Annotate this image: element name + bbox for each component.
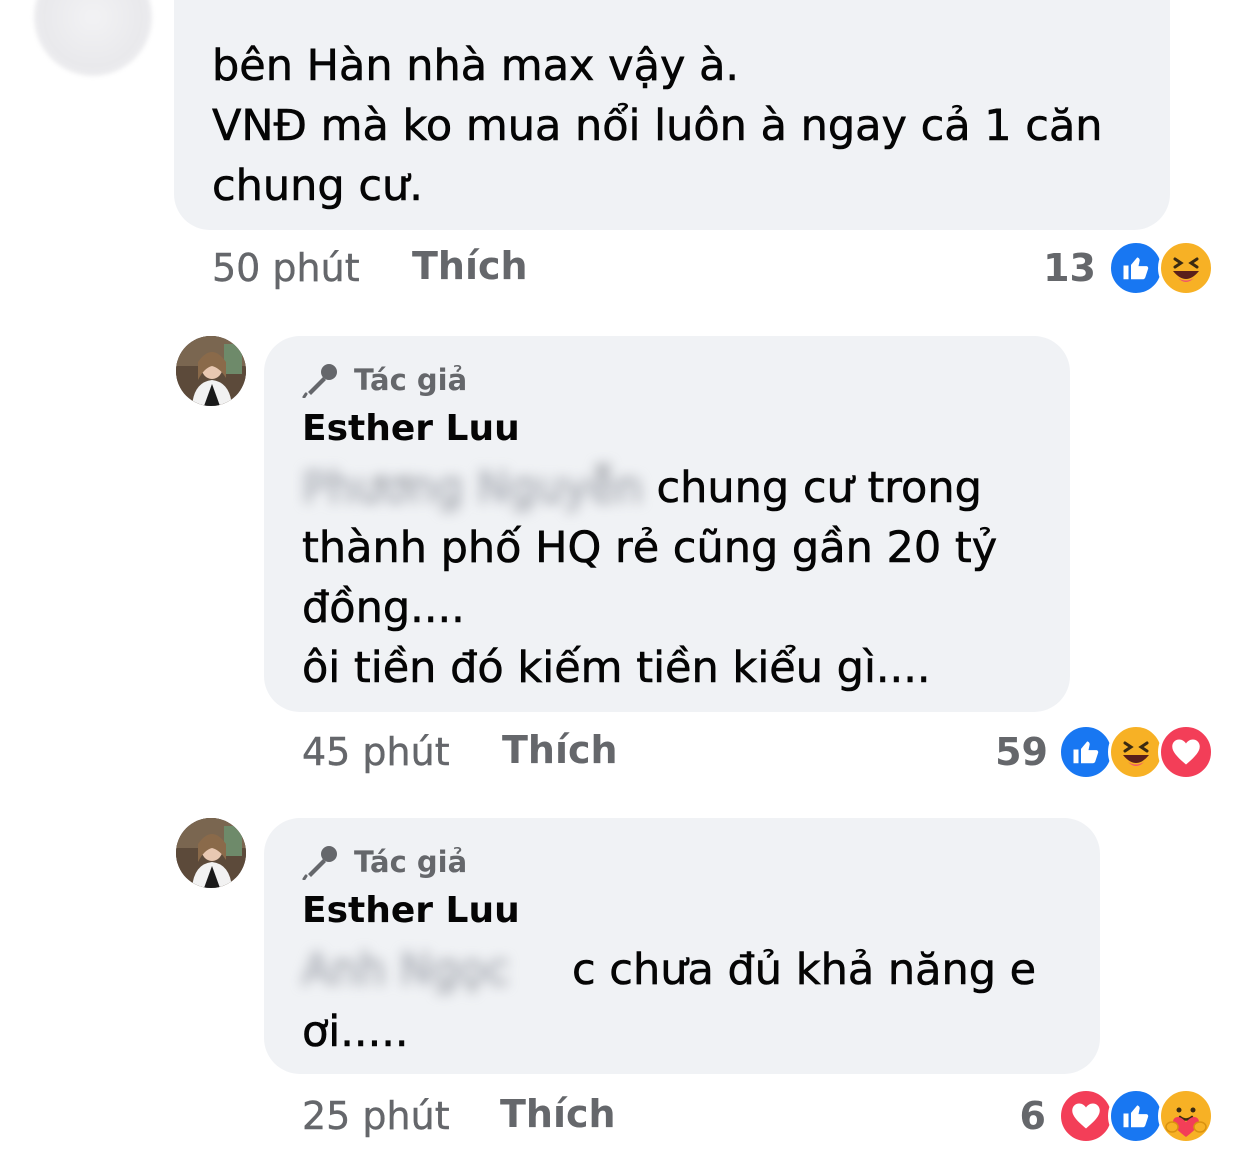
author-name[interactable]: Esther Luu: [302, 890, 520, 931]
reaction-summary[interactable]: [1108, 240, 1214, 296]
haha-icon: [1158, 240, 1214, 296]
like-button[interactable]: Thích: [412, 244, 528, 288]
mention-tag[interactable]: Phương Nguyễn: [302, 458, 643, 518]
like-icon: [1058, 724, 1114, 780]
avatar[interactable]: [176, 336, 246, 406]
comment-text: bên Hàn nhà max vậy à. VNĐ mà ko mua nổi…: [212, 41, 1103, 212]
reaction-count[interactable]: 6: [990, 1094, 1046, 1138]
comment-text: ơi.....: [302, 1007, 409, 1058]
author-badge: Tác giả: [302, 844, 467, 880]
care-icon: [1158, 1088, 1214, 1144]
comment-text-first-line: Anh Ngọc c chưa đủ khả năng e: [302, 940, 1092, 1000]
comment-text: thành phố HQ rẻ cũng gần 20 tỷ đồng.... …: [302, 523, 998, 694]
like-button[interactable]: Thích: [500, 1092, 616, 1136]
comment-time[interactable]: 50 phút: [212, 246, 360, 290]
comment-thread: bên Hàn nhà max vậy à. VNĐ mà ko mua nổi…: [0, 0, 1242, 1165]
microphone-icon: [302, 364, 337, 398]
reaction-count[interactable]: 13: [1000, 246, 1096, 290]
like-icon: [1108, 240, 1164, 296]
avatar[interactable]: [176, 818, 246, 888]
comment-time[interactable]: 25 phút: [302, 1094, 450, 1138]
comment-text-first-line: Phương Nguyễn chung cư trong: [302, 458, 1062, 518]
reaction-count[interactable]: 59: [950, 730, 1048, 774]
author-badge-label: Tác giả: [354, 845, 468, 879]
like-icon: [1108, 1088, 1164, 1144]
love-icon: [1058, 1088, 1114, 1144]
author-badge: Tác giả: [302, 362, 467, 398]
comment-time[interactable]: 45 phút: [302, 730, 450, 774]
author-badge-label: Tác giả: [354, 363, 468, 397]
microphone-icon: [302, 846, 337, 880]
reaction-summary[interactable]: [1058, 1088, 1214, 1144]
like-button[interactable]: Thích: [502, 728, 618, 772]
love-icon: [1158, 724, 1214, 780]
haha-icon: [1108, 724, 1164, 780]
author-name[interactable]: Esther Luu: [302, 408, 520, 449]
avatar[interactable]: [34, 0, 152, 76]
reaction-summary[interactable]: [1058, 724, 1214, 780]
mention-tag[interactable]: Anh Ngọc: [302, 940, 572, 1000]
